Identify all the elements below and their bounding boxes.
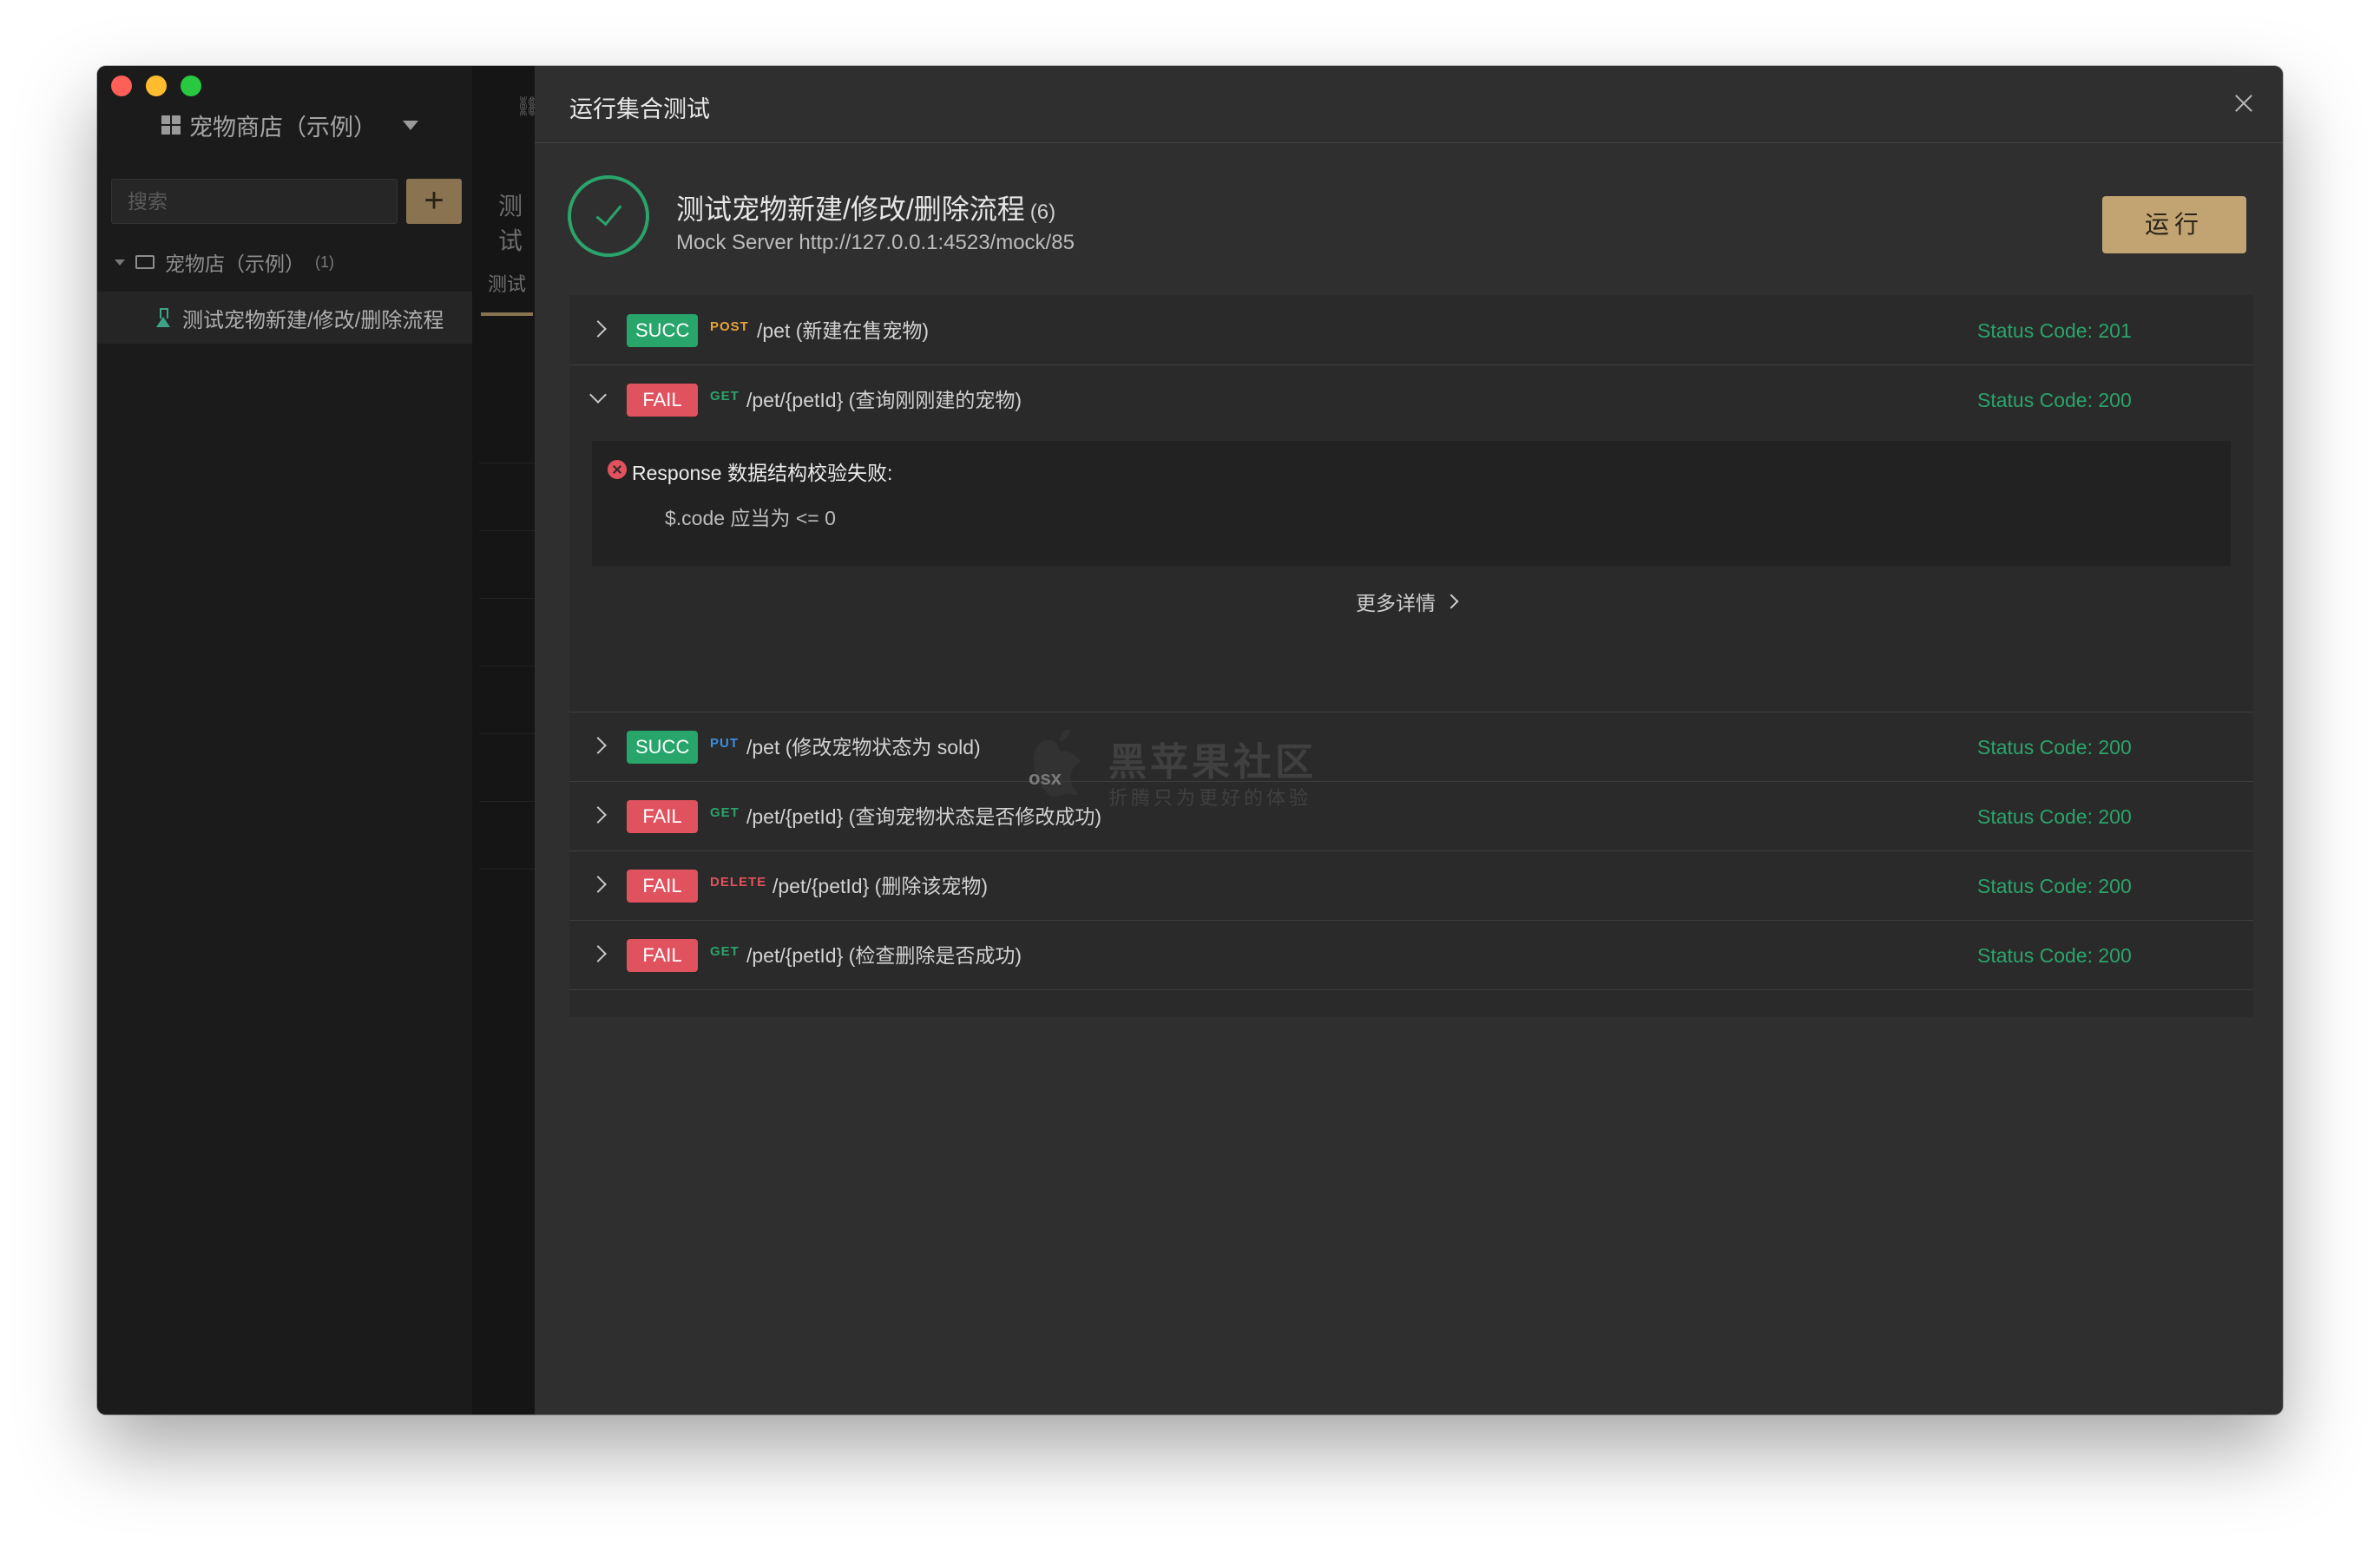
search-input[interactable]: 搜索	[111, 179, 398, 224]
chevron-right-icon[interactable]	[589, 945, 607, 962]
results-list: SUCC POST /pet (新建在售宠物) Status Code: 201…	[569, 295, 2253, 1017]
project-name: 宠物商店（示例）	[189, 114, 377, 141]
folder-icon	[135, 255, 155, 269]
status-badge: FAIL	[627, 870, 698, 903]
run-button[interactable]: 运行	[2102, 196, 2246, 253]
status-badge: FAIL	[627, 939, 698, 972]
minimize-window-button[interactable]	[146, 76, 167, 96]
status-badge: FAIL	[627, 800, 698, 833]
error-detail-box: Response 数据结构校验失败: $.code 应当为 <= 0	[592, 441, 2231, 566]
project-selector[interactable]: 宠物商店（示例）	[161, 104, 418, 146]
collection-name: 测试宠物新建/修改/删除流程 (6)	[676, 187, 1055, 227]
close-window-button[interactable]	[111, 76, 132, 96]
method-label: POST	[710, 319, 749, 334]
result-row[interactable]: SUCC PUT /pet (修改宠物状态为 sold) Status Code…	[569, 712, 2253, 782]
error-detail: $.code 应当为 <= 0	[665, 507, 836, 529]
request-path: /pet (修改宠物状态为 sold)	[746, 736, 981, 758]
app-window: 宠物商店（示例） 搜索 + 宠物店（示例） (1) 测试宠物新建/修改/删除流程…	[97, 66, 2283, 1415]
chevron-right-icon[interactable]	[589, 737, 607, 754]
tree-folder[interactable]: 宠物店（示例） (1)	[115, 245, 334, 279]
result-row[interactable]: FAIL GET /pet/{petId} (查询宠物状态是否修改成功) Sta…	[569, 781, 2253, 851]
chevron-right-icon[interactable]	[589, 806, 607, 824]
flask-icon	[156, 308, 170, 327]
error-icon	[608, 460, 627, 479]
request-path: /pet/{petId} (检查删除是否成功)	[746, 944, 1022, 967]
status-code: Status Code: 200	[1977, 944, 2132, 967]
method-label: GET	[710, 389, 740, 404]
status-badge: FAIL	[627, 384, 698, 417]
status-code: Status Code: 200	[1977, 389, 2132, 411]
method-label: PUT	[710, 736, 739, 751]
caret-down-icon	[403, 120, 418, 130]
middle-panel: ⛓ 测试 测试	[472, 66, 542, 1415]
request-path: /pet/{petId} (查询宠物状态是否修改成功)	[746, 805, 1101, 828]
add-button[interactable]: +	[406, 179, 462, 224]
result-row[interactable]: FAIL DELETE /pet/{petId} (删除该宠物) Status …	[569, 850, 2253, 921]
folder-count: (1)	[315, 253, 334, 271]
tab-test[interactable]: 测试	[481, 269, 533, 316]
expand-arrow-icon[interactable]	[115, 259, 125, 266]
request-path: /pet/{petId} (查询刚刚建的宠物)	[746, 389, 1022, 411]
sidebar-item-test-case[interactable]: 测试宠物新建/修改/删除流程	[97, 292, 472, 344]
status-badge: SUCC	[627, 314, 699, 347]
sidebar: 宠物商店（示例） 搜索 + 宠物店（示例） (1) 测试宠物新建/修改/删除流程	[97, 66, 472, 1415]
more-details-label: 更多详情	[1356, 592, 1436, 614]
chevron-right-icon[interactable]	[589, 876, 607, 893]
status-code: Status Code: 201	[1977, 319, 2132, 342]
close-icon[interactable]	[2231, 90, 2257, 116]
status-badge: SUCC	[627, 731, 699, 764]
collection-name-text: 测试宠物新建/修改/删除流程	[676, 194, 1025, 225]
result-row[interactable]: SUCC POST /pet (新建在售宠物) Status Code: 201	[569, 295, 2253, 365]
chevron-down-icon[interactable]	[589, 386, 607, 404]
method-label: DELETE	[710, 875, 767, 890]
method-label: GET	[710, 805, 740, 820]
mock-server-url: Mock Server http://127.0.0.1:4523/mock/8…	[676, 231, 1075, 254]
request-path: /pet/{petId} (删除该宠物)	[773, 875, 988, 897]
status-code: Status Code: 200	[1977, 805, 2132, 828]
request-path: /pet (新建在售宠物)	[757, 319, 930, 342]
success-check-icon	[568, 175, 649, 257]
middle-rows	[479, 396, 542, 870]
grid-icon	[161, 115, 181, 135]
result-row-expanded[interactable]: FAIL GET /pet/{petId} (查询刚刚建的宠物) Status …	[569, 364, 2253, 712]
folder-name: 宠物店（示例）	[165, 253, 305, 275]
error-title: Response 数据结构校验失败:	[632, 462, 893, 484]
chevron-right-icon	[1443, 594, 1459, 609]
modal-title: 运行集合测试	[569, 96, 710, 122]
chevron-right-icon[interactable]	[589, 320, 607, 338]
modal-header: 运行集合测试	[535, 66, 2283, 143]
collection-count: (6)	[1029, 200, 1056, 224]
status-code: Status Code: 200	[1977, 736, 2132, 758]
status-code: Status Code: 200	[1977, 875, 2132, 897]
zoom-window-button[interactable]	[181, 76, 201, 96]
result-row[interactable]: FAIL GET /pet/{petId} (检查删除是否成功) Status …	[569, 920, 2253, 990]
sidebar-item-label: 测试宠物新建/修改/删除流程	[182, 308, 444, 332]
run-collection-modal: 运行集合测试 测试宠物新建/修改/删除流程 (6) Mock Server htt…	[535, 66, 2283, 1415]
more-details-link[interactable]: 更多详情	[1356, 587, 1459, 616]
method-label: GET	[710, 944, 740, 959]
